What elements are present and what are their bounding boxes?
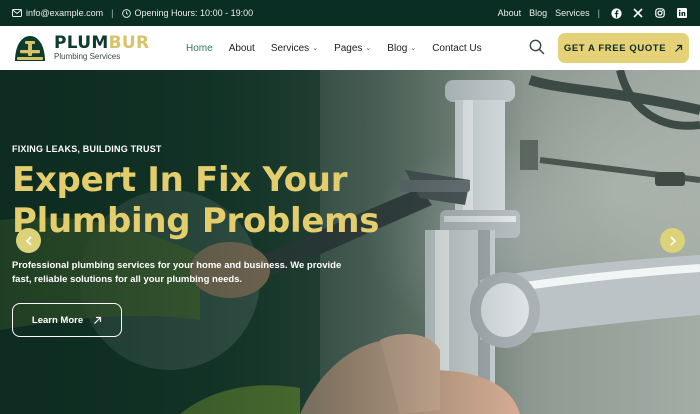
main-nav: Home About Services ⌄ Pages ⌄ Blog ⌄ Contac… [186, 43, 482, 54]
x-icon[interactable] [632, 7, 644, 19]
social-links [610, 7, 688, 19]
free-quote-button[interactable]: GET A FREE QUOTE [558, 33, 689, 63]
nav-item-label: About [228, 42, 255, 54]
topbar-link-blog[interactable]: Blog [529, 8, 547, 18]
opening-hours-text: Opening Hours: 10:00 - 19:00 [134, 8, 254, 18]
free-quote-label: GET A FREE QUOTE [563, 42, 667, 54]
brand-name-part1: PLUM [54, 33, 109, 53]
divider: | [597, 8, 600, 18]
nav-item-pages[interactable]: Pages ⌄ [334, 43, 371, 54]
divider: | [111, 8, 114, 18]
nav-item-services[interactable]: Services ⌄ [271, 43, 318, 54]
logo-text: PLUMBUR Plumbing Services [54, 34, 149, 62]
opening-hours: Opening Hours: 10:00 - 19:00 [121, 8, 254, 18]
nav-item-contact[interactable]: Contact Us [432, 43, 481, 54]
hero-description: Professional plumbing services for your … [12, 260, 342, 285]
linkedin-icon[interactable] [676, 7, 688, 19]
chevron-left-icon [25, 235, 32, 246]
chevron-down-icon: ⌄ [365, 45, 372, 52]
learn-more-button[interactable]: Learn More [12, 303, 122, 337]
hero-headline: Expert In Fix Your Plumbing Problems [12, 160, 432, 242]
nav-item-label: Services [270, 42, 310, 54]
chevron-down-icon: ⌄ [312, 45, 319, 52]
email-contact[interactable]: info@example.com [12, 8, 103, 18]
slider-next-button[interactable] [660, 228, 685, 253]
instagram-icon[interactable] [654, 7, 666, 19]
email-text[interactable]: info@example.com [26, 8, 103, 18]
site-logo[interactable]: PLUMBUR Plumbing Services [12, 33, 172, 63]
top-bar: info@example.com | Opening Hours: 10:00 … [0, 0, 700, 26]
hero-headline-line2: Plumbing Problems [12, 201, 380, 241]
logo-icon [15, 36, 45, 61]
nav-item-label: Contact Us [432, 42, 482, 54]
hero-overlay [0, 70, 700, 414]
nav-item-about[interactable]: About [229, 43, 255, 54]
hero-section: FIXING LEAKS, BUILDING TRUST Expert In F… [0, 70, 700, 414]
brand-tagline: Plumbing Services [54, 52, 121, 61]
brand-name: PLUMBUR [54, 34, 149, 52]
nav-item-label: Blog [387, 42, 408, 54]
learn-more-label: Learn More [31, 314, 84, 326]
main-header: PLUMBUR Plumbing Services Home About Ser… [0, 26, 700, 70]
arrow-up-right-icon [94, 316, 102, 324]
mail-icon [12, 9, 22, 17]
chevron-right-icon [669, 235, 676, 246]
hero-eyebrow: FIXING LEAKS, BUILDING TRUST [12, 144, 162, 154]
nav-item-label: Home [186, 42, 213, 54]
nav-item-blog[interactable]: Blog ⌄ [387, 43, 416, 54]
hero-headline-line1: Expert In Fix Your [12, 160, 348, 200]
clock-icon [121, 8, 131, 18]
slider-prev-button[interactable] [16, 228, 41, 253]
nav-item-label: Pages [334, 42, 363, 54]
nav-item-home[interactable]: Home [186, 43, 213, 54]
brand-name-part2: BUR [108, 33, 150, 53]
chevron-down-icon: ⌄ [410, 45, 417, 52]
facebook-icon[interactable] [610, 7, 622, 19]
arrow-up-right-icon [675, 44, 683, 52]
search-icon[interactable] [528, 38, 546, 56]
topbar-link-services[interactable]: Services [555, 8, 590, 18]
topbar-link-about[interactable]: About [498, 8, 522, 18]
